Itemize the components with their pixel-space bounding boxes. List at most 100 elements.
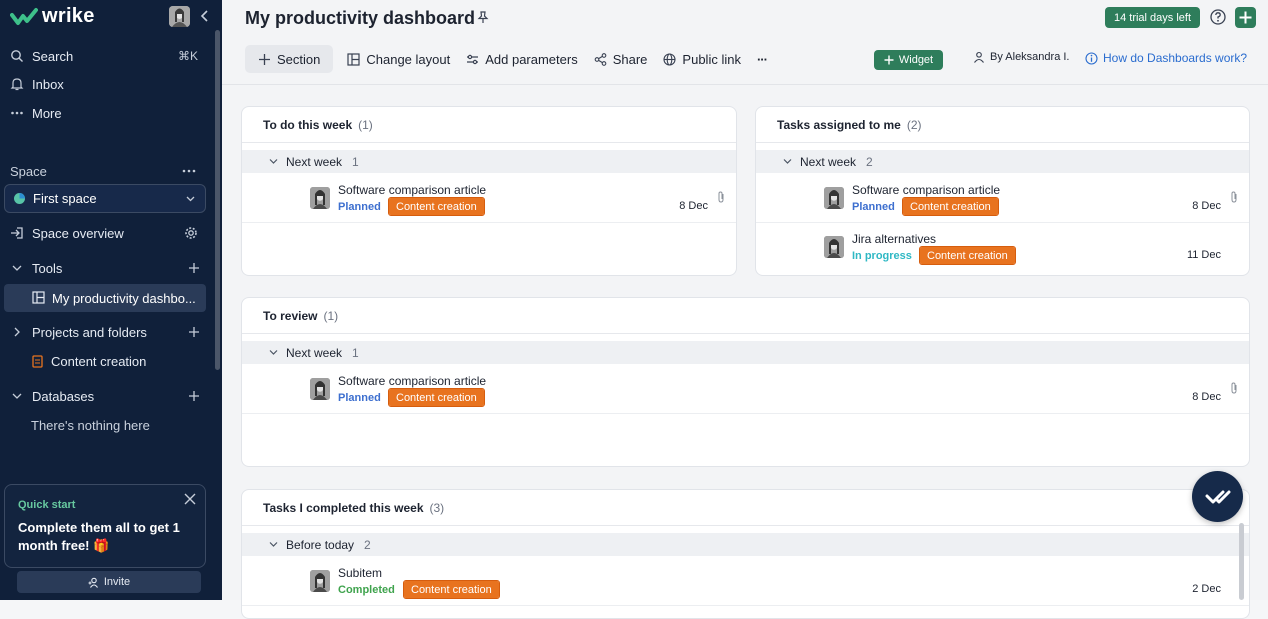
add-icon[interactable]	[188, 326, 200, 338]
task-status[interactable]: In progress	[852, 250, 912, 262]
sidebar-scrollbar[interactable]	[215, 30, 220, 370]
sidebar-section-databases[interactable]: Databases	[0, 383, 214, 409]
space-selector[interactable]: First space	[4, 184, 206, 213]
task-status[interactable]: Completed	[338, 584, 395, 596]
dashboard-icon	[32, 291, 45, 304]
widget-tasks-assigned-to-me[interactable]: Tasks assigned to me (2) Next week 2 Softw…	[755, 106, 1250, 276]
task-status[interactable]: Planned	[852, 201, 895, 213]
avatar	[824, 187, 844, 209]
sidebar-section-label: Tools	[32, 260, 63, 276]
widget-title: Tasks assigned to me (2)	[777, 118, 922, 132]
divider	[242, 525, 1249, 526]
task-name[interactable]: Software comparison article	[338, 374, 486, 388]
user-avatar[interactable]	[169, 6, 190, 27]
chevron-down-icon	[269, 542, 278, 547]
task-date: 8 Dec	[1192, 200, 1221, 212]
widget-label: Widget	[898, 54, 934, 66]
change-layout-label: Change layout	[366, 51, 451, 67]
group-row[interactable]: Before today 2	[242, 533, 1249, 556]
widget-title-text: To do this week	[263, 118, 353, 132]
how-dashboards-work-link[interactable]: How do Dashboards work?	[1085, 51, 1247, 65]
close-icon[interactable]	[184, 493, 196, 505]
avatar	[310, 570, 330, 592]
quick-start-panel[interactable]: Quick start Complete them all to get 1 m…	[4, 484, 206, 568]
project-icon	[32, 354, 43, 368]
widget-to-do-this-week[interactable]: To do this week (1) Next week 1 Software c…	[241, 106, 737, 276]
public-link-button[interactable]: Public link	[655, 45, 749, 73]
chevron-down-icon	[186, 196, 195, 202]
chevron-down-icon	[12, 393, 22, 399]
add-widget-button[interactable]: Widget	[874, 50, 943, 70]
task-name[interactable]: Subitem	[338, 566, 382, 580]
group-count: 2	[364, 537, 371, 552]
task-tag[interactable]: Content creation	[388, 197, 485, 216]
gear-icon[interactable]	[184, 226, 198, 240]
task-row[interactable]: Subitem Completed Content creation 2 Dec	[242, 557, 1249, 606]
chevron-down-icon	[269, 159, 278, 164]
sidebar-item-space-overview[interactable]: Space overview	[0, 220, 214, 246]
dashboard-owner[interactable]: By Aleksandra I.	[973, 51, 1070, 63]
invite-button[interactable]: Invite	[17, 571, 201, 593]
task-row[interactable]: Jira alternatives In progress Content cr…	[756, 223, 1249, 272]
task-date: 2 Dec	[1192, 583, 1221, 595]
attachment-icon[interactable]	[1229, 382, 1239, 394]
pin-icon[interactable]	[476, 10, 490, 24]
main-scrollbar[interactable]	[1239, 523, 1244, 600]
public-link-label: Public link	[682, 51, 741, 67]
logo-text: wrike	[42, 5, 95, 27]
trial-badge[interactable]: 14 trial days left	[1105, 7, 1200, 28]
collapse-sidebar-icon[interactable]	[198, 8, 212, 24]
task-tag[interactable]: Content creation	[388, 388, 485, 407]
wrike-assistant-button[interactable]	[1192, 471, 1243, 522]
change-layout-button[interactable]: Change layout	[339, 45, 458, 73]
help-icon[interactable]	[1209, 8, 1227, 26]
sidebar-item-content-creation[interactable]: Content creation	[0, 348, 214, 374]
group-row[interactable]: Next week 1	[242, 150, 736, 173]
add-section-button[interactable]: Section	[245, 45, 334, 73]
share-label: Share	[612, 51, 648, 67]
share-button[interactable]: Share	[586, 45, 656, 73]
sidebar-item-dashboard[interactable]: My productivity dashbo...	[4, 284, 206, 312]
add-icon[interactable]	[188, 262, 200, 274]
group-row[interactable]: Next week 1	[242, 341, 1249, 364]
add-user-icon	[88, 577, 98, 588]
chevron-down-icon	[783, 159, 792, 164]
sidebar-section-projects[interactable]: Projects and folders	[0, 319, 214, 345]
layout-icon	[347, 52, 360, 66]
wrike-check-icon	[10, 7, 38, 25]
wrike-logo[interactable]: wrike	[10, 5, 95, 28]
page-title[interactable]: My productivity dashboard	[245, 8, 475, 29]
user-icon	[974, 51, 984, 63]
attachment-icon[interactable]	[716, 191, 726, 203]
space-options-icon[interactable]	[182, 169, 196, 173]
task-tag[interactable]: Content creation	[919, 246, 1016, 265]
task-name[interactable]: Jira alternatives	[852, 232, 936, 246]
task-row[interactable]: Software comparison article Planned Cont…	[242, 174, 736, 223]
sidebar-item-inbox[interactable]: Inbox	[0, 71, 214, 97]
widget-title-text: To review	[263, 309, 318, 323]
task-status[interactable]: Planned	[338, 201, 381, 213]
section-label: Section	[277, 51, 321, 67]
group-label: Next week	[286, 345, 343, 360]
task-tag[interactable]: Content creation	[403, 580, 500, 599]
task-status[interactable]: Planned	[338, 392, 381, 404]
widget-title: Tasks I completed this week (3)	[263, 501, 444, 515]
divider	[756, 142, 1249, 143]
task-row[interactable]: Software comparison article Planned Cont…	[242, 365, 1249, 414]
task-name[interactable]: Software comparison article	[338, 183, 486, 197]
task-tag[interactable]: Content creation	[902, 197, 999, 216]
attachment-icon[interactable]	[1229, 191, 1239, 203]
task-name[interactable]: Software comparison article	[852, 183, 1000, 197]
sidebar-item-search[interactable]: Search ⌘K	[0, 43, 214, 69]
group-row[interactable]: Next week 2	[756, 150, 1249, 173]
sidebar-item-more[interactable]: More	[0, 100, 214, 126]
widget-to-review[interactable]: To review (1) Next week 1 Software compari…	[241, 297, 1250, 467]
task-row[interactable]: Software comparison article Planned Cont…	[756, 174, 1249, 223]
chevron-right-icon	[14, 327, 20, 337]
space-icon	[14, 193, 25, 204]
create-button[interactable]	[1235, 7, 1256, 28]
sidebar-section-tools[interactable]: Tools	[0, 255, 214, 281]
add-icon[interactable]	[188, 390, 200, 402]
add-parameters-button[interactable]: Add parameters	[458, 45, 586, 73]
more-options-button[interactable]: ···	[749, 45, 775, 73]
